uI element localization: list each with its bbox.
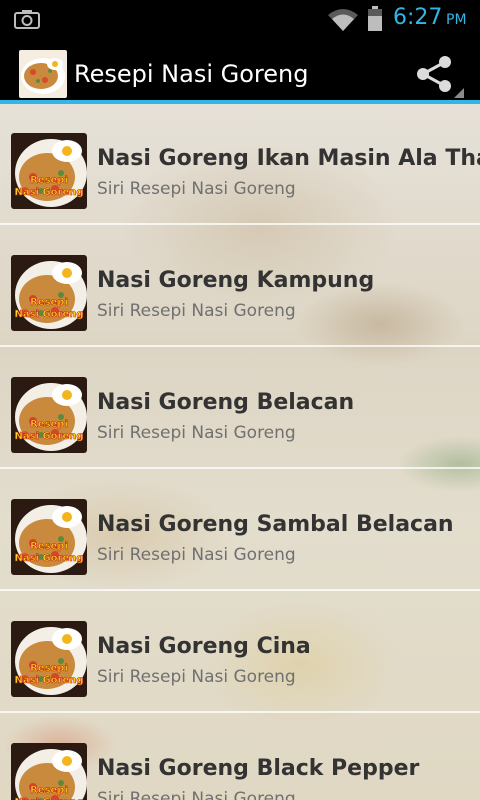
nasi-goreng-thumbnail-icon: ResepiNasi Goreng	[11, 499, 87, 575]
thumbnail-caption-line1: Resepi	[30, 663, 68, 674]
recipe-thumbnail: ResepiNasi Goreng	[11, 743, 87, 800]
recipe-thumbnail: ResepiNasi Goreng	[11, 377, 87, 453]
battery-icon	[368, 6, 382, 31]
thumbnail-caption-line2: Nasi Goreng	[14, 187, 83, 198]
thumbnail-caption-line1: Resepi	[30, 419, 68, 430]
nasi-goreng-thumbnail-icon: ResepiNasi Goreng	[11, 133, 87, 209]
thumbnail-caption-line1: Resepi	[30, 785, 68, 796]
list-item-title: Nasi Goreng Sambal Belacan	[97, 512, 454, 537]
list-item-subtitle: Siri Resepi Nasi Goreng	[97, 179, 296, 199]
share-button[interactable]	[410, 50, 466, 100]
thumbnail-caption-line2: Nasi Goreng	[14, 675, 83, 686]
list-item-title: Nasi Goreng Ikan Masin Ala Thai	[97, 146, 480, 171]
wifi-icon	[328, 9, 358, 31]
recipe-thumbnail: ResepiNasi Goreng	[11, 621, 87, 697]
thumbnail-caption-line2: Nasi Goreng	[14, 431, 83, 442]
list-item-subtitle: Siri Resepi Nasi Goreng	[97, 301, 296, 321]
page-title: Resepi Nasi Goreng	[74, 60, 309, 88]
thumbnail-caption-line1: Resepi	[30, 175, 68, 186]
list-item-subtitle: Siri Resepi Nasi Goreng	[97, 545, 296, 565]
status-ampm: PM	[446, 12, 467, 28]
nasi-goreng-thumbnail-icon: ResepiNasi Goreng	[11, 255, 87, 331]
recipe-list: Resepi Nasi Goreng Nasi Goreng Ikan Masin…	[0, 104, 480, 800]
recipe-thumbnail: ResepiNasi Goreng	[11, 255, 87, 331]
list-item-subtitle: Siri Resepi Nasi Goreng	[97, 423, 296, 443]
nasi-goreng-thumbnail-icon: ResepiNasi Goreng	[11, 377, 87, 453]
status-time: 6:27	[393, 5, 443, 30]
share-icon	[417, 56, 464, 98]
list-item-subtitle: Siri Resepi Nasi Goreng	[97, 789, 296, 800]
thumbnail-caption-line2: Nasi Goreng	[14, 553, 83, 564]
nasi-goreng-thumbnail-icon: ResepiNasi Goreng	[11, 743, 87, 800]
list-item-title: Nasi Goreng Cina	[97, 634, 311, 659]
list-item[interactable]: Resepi Nasi Goreng Nasi Goreng Cina Siri …	[0, 592, 480, 713]
list-item[interactable]: Resepi Nasi Goreng Nasi Goreng Belacan Si…	[0, 348, 480, 469]
thumbnail-caption-line2: Nasi Goreng	[14, 309, 83, 320]
nasi-goreng-thumbnail-icon: ResepiNasi Goreng	[11, 621, 87, 697]
nasi-goreng-app-icon	[19, 50, 67, 98]
recipe-thumbnail: ResepiNasi Goreng	[11, 499, 87, 575]
list-item[interactable]: Resepi Nasi Goreng Nasi Goreng Ikan Masin…	[0, 104, 480, 225]
list-item[interactable]: Resepi Nasi Goreng Nasi Goreng Sambal Bel…	[0, 470, 480, 591]
list-item[interactable]: Resepi Nasi Goreng Nasi Goreng Kampung Si…	[0, 226, 480, 347]
recipe-thumbnail: ResepiNasi Goreng	[11, 133, 87, 209]
app-icon[interactable]	[19, 50, 67, 98]
camera-icon	[14, 10, 40, 29]
list-item-subtitle: Siri Resepi Nasi Goreng	[97, 667, 296, 687]
action-bar: Resepi Nasi Goreng	[0, 38, 480, 104]
thumbnail-caption-line1: Resepi	[30, 297, 68, 308]
thumbnail-caption-line1: Resepi	[30, 541, 68, 552]
status-bar: 6:27 PM	[0, 0, 480, 38]
list-item-title: Nasi Goreng Black Pepper	[97, 756, 420, 781]
list-item-title: Nasi Goreng Kampung	[97, 268, 375, 293]
list-item[interactable]: ResepiNasi Goreng Nasi Goreng Black Pepp…	[0, 714, 480, 800]
list-item-title: Nasi Goreng Belacan	[97, 390, 355, 415]
